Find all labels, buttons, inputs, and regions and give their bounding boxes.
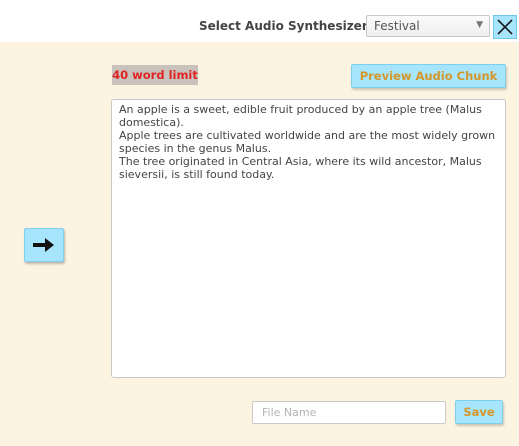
arrow-right-icon	[33, 238, 54, 252]
top-bar: Select Audio Synthesizer: Festival ▼	[0, 0, 519, 42]
next-button[interactable]	[24, 228, 64, 262]
preview-audio-chunk-button[interactable]: Preview Audio Chunk	[351, 64, 506, 88]
file-name-input[interactable]	[252, 401, 446, 424]
save-button[interactable]: Save	[455, 400, 503, 424]
text-input-area[interactable]: An apple is a sweet, edible fruit produc…	[111, 99, 506, 378]
caret-down-icon: ▼	[476, 20, 483, 30]
close-x-icon	[497, 19, 513, 35]
close-button[interactable]	[493, 15, 517, 39]
synthesizer-selected-value: Festival	[374, 19, 420, 33]
word-limit-badge: 40 word limit	[112, 65, 198, 85]
synthesizer-label: Select Audio Synthesizer:	[199, 19, 373, 33]
synthesizer-select[interactable]: Festival ▼	[366, 15, 490, 37]
